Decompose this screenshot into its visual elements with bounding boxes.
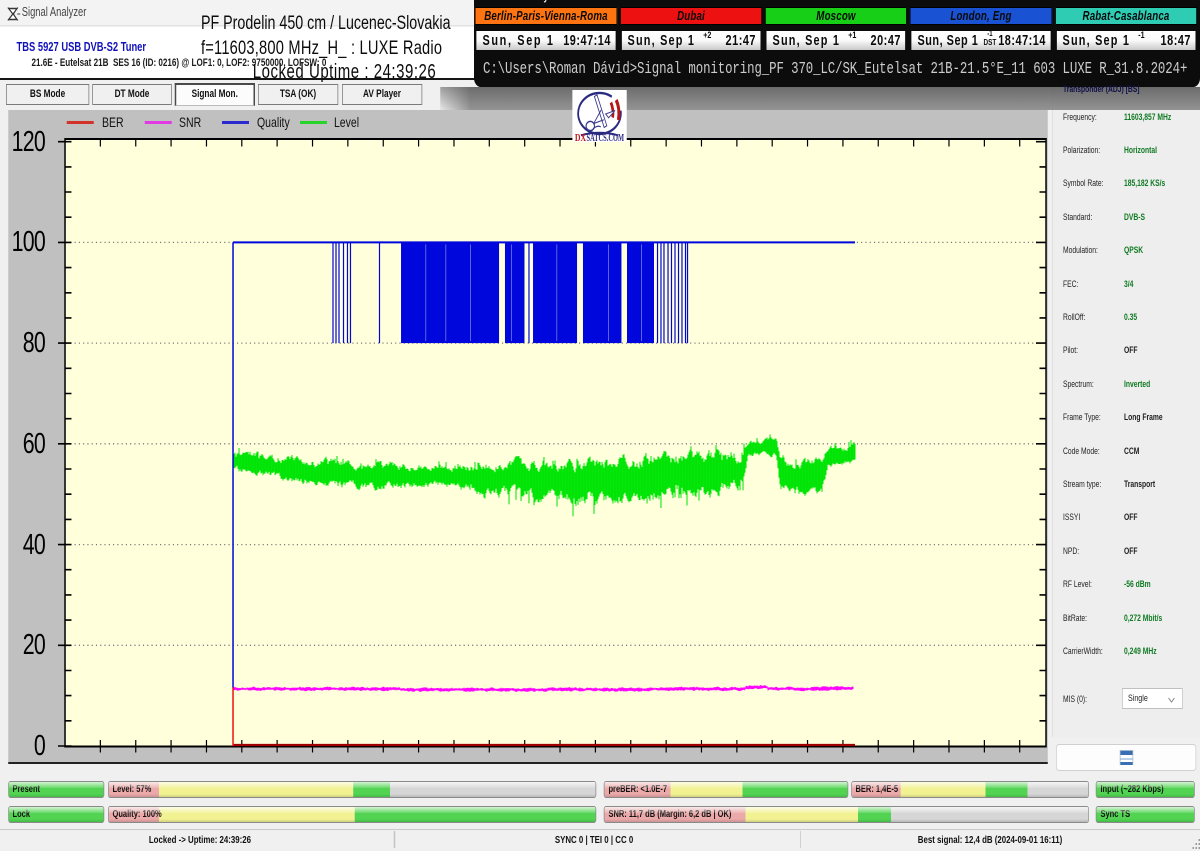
svg-text:DX: DX [575, 131, 587, 141]
svg-text:SATCS.COM: SATCS.COM [587, 131, 625, 141]
